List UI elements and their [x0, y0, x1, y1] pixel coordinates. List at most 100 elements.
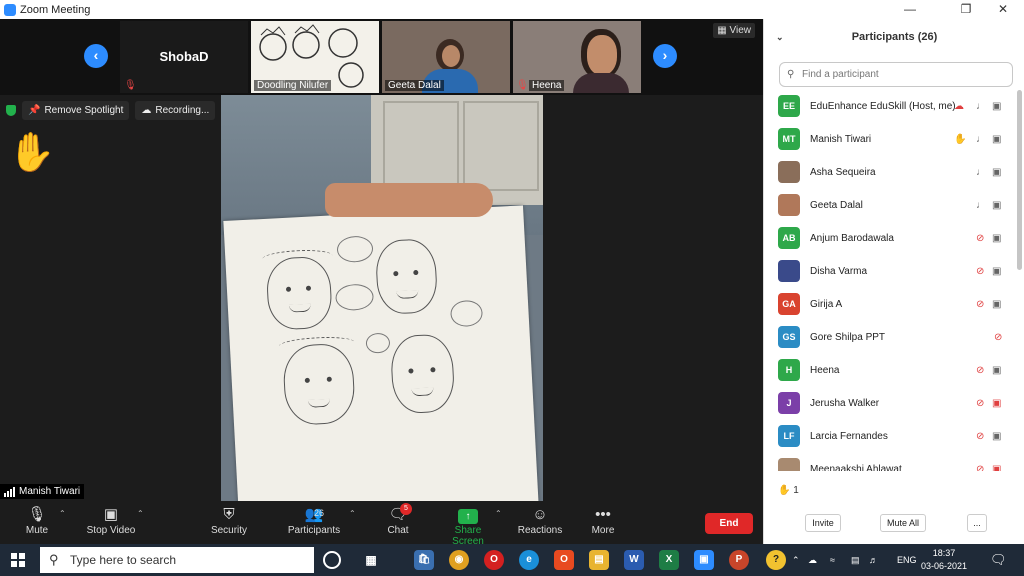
- audio-options-icon[interactable]: ⌃: [59, 509, 66, 518]
- speaker-name: ShobaD: [159, 49, 209, 64]
- chrome-icon[interactable]: ◉: [449, 550, 469, 570]
- participant-name: Manish Tiwari: [810, 134, 872, 145]
- cortana-icon[interactable]: [323, 551, 341, 569]
- collapse-panel-icon[interactable]: ⌄: [776, 19, 784, 55]
- mic-off-icon[interactable]: ⊘: [976, 365, 984, 376]
- more-label: More: [591, 525, 615, 536]
- maximize-icon[interactable]: ❐: [949, 0, 983, 19]
- office-icon[interactable]: O: [554, 550, 574, 570]
- help-icon[interactable]: ?: [766, 550, 786, 570]
- cloud-icon[interactable]: ☁: [808, 544, 817, 576]
- video-camera-icon[interactable]: ▣: [992, 167, 1001, 178]
- microphone-icon[interactable]: ♩: [976, 200, 986, 211]
- mic-off-icon[interactable]: ⊘: [994, 332, 1002, 343]
- participant-row[interactable]: GS Gore Shilpa PPT ⊘: [764, 321, 1016, 354]
- tray-expand-icon[interactable]: ⌃: [792, 544, 800, 576]
- clock-time: 18:37: [932, 548, 956, 558]
- microphone-icon[interactable]: ♩: [976, 101, 986, 112]
- end-meeting-button[interactable]: End: [705, 513, 753, 534]
- task-view-icon[interactable]: ▦: [361, 550, 381, 570]
- remove-spotlight-button[interactable]: 📌 Remove Spotlight: [22, 101, 130, 120]
- video-camera-icon[interactable]: ▣: [992, 134, 1001, 145]
- recording-label: Recording...: [155, 105, 210, 116]
- excel-icon[interactable]: X: [659, 550, 679, 570]
- video-tile[interactable]: Geeta Dalal: [382, 21, 510, 93]
- next-page-icon[interactable]: ›: [653, 44, 677, 68]
- security-button[interactable]: ⛨ Security: [209, 505, 249, 536]
- share-options-icon[interactable]: ⌃: [495, 509, 502, 518]
- windows-start-icon[interactable]: [11, 553, 25, 567]
- participant-row[interactable]: Disha Varma ⊘ ▣: [764, 255, 1016, 288]
- participant-list-scrollbar[interactable]: [1017, 90, 1022, 270]
- invite-button[interactable]: Invite: [805, 514, 841, 532]
- reactions-button[interactable]: ☺ Reactions: [517, 505, 563, 536]
- participants-count: 26: [314, 508, 325, 518]
- file-explorer-icon[interactable]: ▤: [589, 550, 609, 570]
- participant-row[interactable]: H Heena ⊘ ▣: [764, 354, 1016, 387]
- video-camera-icon[interactable]: ▣: [992, 200, 1001, 211]
- close-icon[interactable]: ✕: [986, 0, 1020, 19]
- microphone-icon[interactable]: ♩: [976, 167, 986, 178]
- speaker-tile[interactable]: ShobaD 🎙: [120, 21, 248, 93]
- microphone-icon[interactable]: ♩: [976, 134, 986, 145]
- recording-cloud-icon: ☁: [954, 101, 964, 112]
- participant-row[interactable]: MT Manish Tiwari ✋ ♩ ▣: [764, 123, 1016, 156]
- chat-button[interactable]: 🗨 5 Chat: [383, 503, 413, 536]
- participant-photo: [778, 260, 800, 282]
- video-camera-icon[interactable]: ▣: [992, 233, 1001, 244]
- volume-icon[interactable]: ♬: [869, 544, 878, 576]
- mute-button[interactable]: 🎙 Mute: [22, 505, 52, 536]
- video-options-icon[interactable]: ⌃: [137, 509, 144, 518]
- taskbar-clock[interactable]: 18:37 03-06-2021: [918, 547, 970, 573]
- participant-row[interactable]: Geeta Dalal ♩ ▣: [764, 189, 1016, 222]
- notifications-icon[interactable]: 🗨: [990, 544, 1007, 576]
- participant-row[interactable]: AB Anjum Barodawala ⊘ ▣: [764, 222, 1016, 255]
- participant-search-input[interactable]: ⚲ Find a participant: [779, 62, 1013, 87]
- word-icon[interactable]: W: [624, 550, 644, 570]
- more-button[interactable]: ••• More: [588, 505, 618, 536]
- video-owner-name: Manish Tiwari: [19, 486, 81, 497]
- mic-off-icon[interactable]: ⊘: [976, 464, 984, 471]
- participants-button[interactable]: 👥 26 Participants: [286, 505, 342, 536]
- mic-off-icon[interactable]: ⊘: [976, 233, 984, 244]
- video-off-icon[interactable]: ▣: [992, 464, 1001, 471]
- network-icon[interactable]: ▤: [851, 544, 860, 576]
- video-camera-icon[interactable]: ▣: [992, 101, 1001, 112]
- mic-off-icon[interactable]: ⊘: [976, 266, 984, 277]
- edge-icon[interactable]: e: [519, 550, 539, 570]
- share-screen-button[interactable]: ↑ Share Screen: [438, 505, 498, 547]
- mute-all-button[interactable]: Mute All: [880, 514, 926, 532]
- participant-name: Asha Sequeira: [810, 167, 876, 178]
- video-camera-icon[interactable]: ▣: [992, 431, 1001, 442]
- video-camera-icon[interactable]: ▣: [992, 266, 1001, 277]
- participant-row[interactable]: J Jerusha Walker ⊘ ▣: [764, 387, 1016, 420]
- stop-video-button[interactable]: ▣ Stop Video: [84, 505, 138, 536]
- video-tile[interactable]: 🎙 Heena: [513, 21, 641, 93]
- participant-row[interactable]: GA Girija A ⊘ ▣: [764, 288, 1016, 321]
- opera-icon[interactable]: O: [484, 550, 504, 570]
- mic-off-icon[interactable]: ⊘: [976, 299, 984, 310]
- participant-row[interactable]: EE EduEnhance EduSkill (Host, me) ☁ ♩ ▣: [764, 90, 1016, 123]
- previous-page-icon[interactable]: ‹: [84, 44, 108, 68]
- video-camera-icon[interactable]: ▣: [992, 365, 1001, 376]
- remove-spotlight-label: Remove Spotlight: [44, 105, 124, 116]
- mic-off-icon[interactable]: ⊘: [976, 398, 984, 409]
- minimize-icon[interactable]: —: [893, 0, 927, 19]
- participants-options-icon[interactable]: ⌃: [349, 509, 356, 518]
- taskbar-search-input[interactable]: ⚲ Type here to search: [40, 547, 314, 573]
- participant-row[interactable]: LF Larcia Fernandes ⊘ ▣: [764, 420, 1016, 453]
- video-camera-icon[interactable]: ▣: [992, 299, 1001, 310]
- participant-row[interactable]: Asha Sequeira ♩ ▣: [764, 156, 1016, 189]
- wifi-icon[interactable]: ≈: [830, 544, 835, 576]
- powerpoint-icon[interactable]: P: [729, 550, 749, 570]
- zoom-taskbar-icon[interactable]: ▣: [694, 550, 714, 570]
- more-options-button[interactable]: ...: [967, 514, 987, 532]
- video-off-icon[interactable]: ▣: [992, 398, 1001, 409]
- video-tile[interactable]: Doodling Nilufer: [251, 21, 379, 93]
- view-button[interactable]: ▦ View: [713, 23, 755, 38]
- participant-row[interactable]: Meenaakshi Ahlawat ⊘ ▣: [764, 453, 1016, 471]
- language-indicator[interactable]: ENG: [897, 544, 917, 576]
- mic-off-icon[interactable]: ⊘: [976, 431, 984, 442]
- taskbar-search-placeholder: Type here to search: [70, 553, 177, 567]
- store-icon[interactable]: 🛍: [414, 550, 434, 570]
